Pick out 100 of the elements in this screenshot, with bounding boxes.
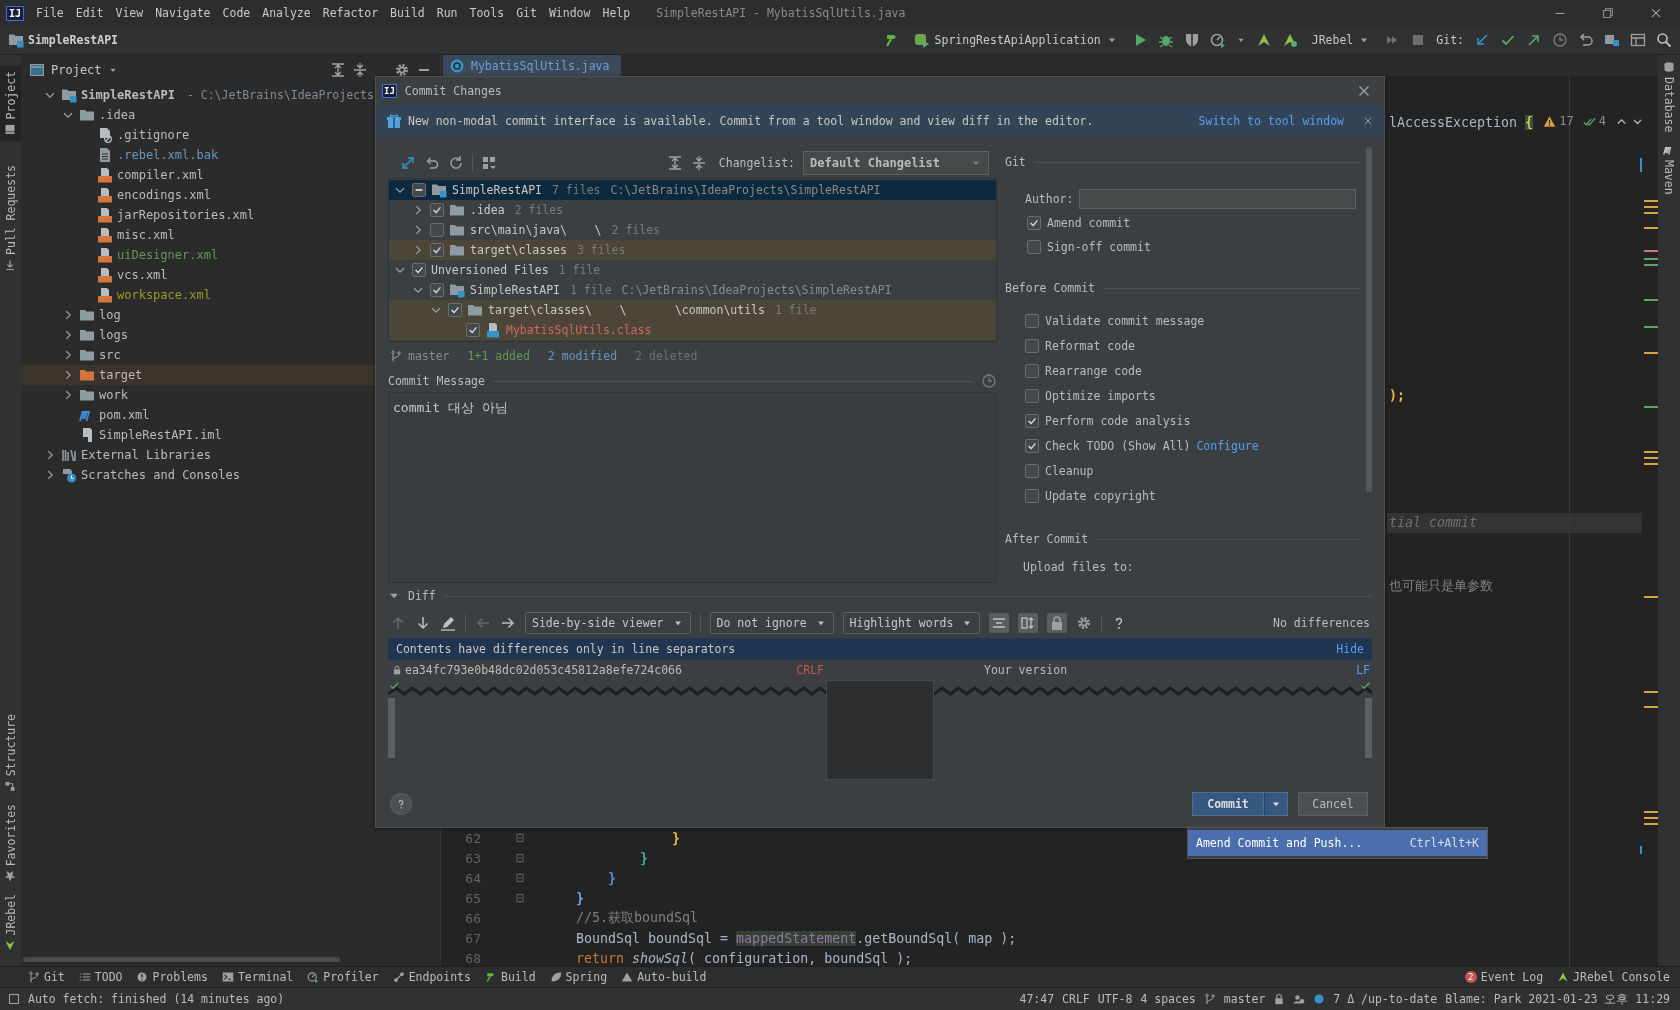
checkbox[interactable] [1027,216,1041,230]
commit-options-button[interactable] [1264,792,1288,816]
menu-item[interactable]: Help [596,6,637,20]
checkbox-label[interactable]: Optimize imports [1045,388,1156,403]
rebel-run-icon[interactable] [1255,32,1272,48]
tool-window-button[interactable]: Build [484,970,536,984]
checkbox[interactable] [1025,463,1039,478]
warning-count[interactable]: 17 [1559,114,1574,128]
collapse-all-icon[interactable] [690,155,707,171]
checkbox[interactable] [1025,363,1039,378]
tool-window-tab[interactable]: Project [0,65,21,142]
checkbox-label[interactable]: Cleanup [1045,463,1094,478]
scrollbar[interactable] [388,698,395,758]
checkbox[interactable] [1027,240,1041,254]
checkbox[interactable] [430,283,444,297]
tree-row[interactable]: target\classes 3 files [389,240,996,260]
close-icon[interactable] [1362,115,1374,127]
tool-window-button[interactable]: TODO [78,970,123,984]
panel-title[interactable]: Project [51,63,102,77]
checkbox-label[interactable]: Amend commit [1047,216,1131,230]
checkbox-label[interactable]: Check TODO (Show All) [1045,438,1191,453]
tool-window-button[interactable]: Profiler [307,970,379,984]
settings-icon[interactable] [1076,615,1093,631]
close-icon[interactable] [1649,6,1663,20]
menu-item[interactable]: Git [510,6,543,20]
menu-item[interactable]: Analyze [256,6,317,20]
passed-count[interactable]: 4 [1598,114,1606,128]
panel-toggle-icon[interactable] [8,993,20,1005]
tree-item[interactable]: .rebel.xml.bak [21,145,440,165]
commit-button[interactable]: Commit [1192,792,1264,816]
tree-item[interactable]: .gitignore [21,125,440,145]
folded-lines-marker[interactable] [934,686,1372,696]
history-icon[interactable] [1552,32,1568,48]
edit-icon[interactable] [440,615,456,631]
fold-marker-icon[interactable] [514,892,526,904]
checkbox[interactable] [466,323,480,337]
help-button[interactable] [390,793,412,815]
checkbox[interactable] [1025,413,1039,428]
menu-item[interactable]: Run [430,6,464,20]
tool-window-tab[interactable]: Structure [0,707,21,799]
menu-item[interactable]: Tools [463,6,511,20]
status-item[interactable]: CRLF [1062,992,1090,1006]
group-by-icon[interactable] [481,155,497,171]
refresh-icon[interactable] [448,155,464,171]
tool-window-button[interactable]: Spring [549,970,608,984]
menu-item[interactable]: Refactor [316,6,385,20]
checkbox-label[interactable]: Rearrange code [1045,363,1142,378]
coverage-icon[interactable] [1183,32,1200,48]
author-field[interactable] [1079,189,1356,209]
menu-item[interactable]: Amend Commit and Push... Ctrl+Alt+K [1188,830,1487,856]
tool-window-tab[interactable]: Maven [1658,138,1680,201]
project-structure-icon[interactable] [1604,32,1620,48]
checkbox[interactable] [412,183,426,197]
fold-marker-icon[interactable] [514,872,526,884]
checkbox-label[interactable]: Sign-off commit [1047,240,1151,254]
align-icon[interactable] [991,615,1008,631]
section-title[interactable]: Diff [408,589,436,603]
history-icon[interactable] [981,373,997,389]
checkbox-label[interactable]: Perform code analysis [1045,413,1191,428]
menu-item[interactable]: Navigate [149,6,217,20]
jrebel-dropdown[interactable]: JRebel [1307,31,1375,49]
scrollbar[interactable] [1365,698,1372,758]
lock-icon[interactable] [1273,993,1286,1005]
checkbox[interactable] [448,303,462,317]
ignore-dropdown[interactable]: Do not ignore [709,612,834,634]
fold-marker-icon[interactable] [514,852,526,864]
menu-item[interactable]: File [30,6,70,20]
tree-row[interactable]: target\classes\ \ \common\utils 1 file [389,300,996,320]
status-item[interactable]: 4 spaces [1140,992,1196,1006]
horizontal-scrollbar[interactable] [23,957,340,962]
checkbox-label[interactable]: Update copyright [1045,488,1156,503]
tool-window-button[interactable]: Git [28,970,65,984]
status-item[interactable]: Blame: Park 2021-01-23 오후 11:29 [1445,991,1670,1007]
checkbox[interactable] [412,263,426,277]
tree-row[interactable]: SimpleRestAPI 7 files C:\JetBrains\IdeaProjects\SimpleRestAPI [389,180,996,200]
configure-link[interactable]: Configure [1196,438,1259,453]
status-item[interactable]: 7 Δ /up-to-date [1333,992,1438,1006]
changelist-dropdown[interactable]: Default Changelist [803,151,989,175]
down-arrow-icon[interactable] [415,615,431,631]
tool-window-button[interactable]: Terminal [221,970,294,984]
checkbox[interactable] [1025,313,1039,328]
line-separator[interactable]: LF [1356,663,1370,677]
tool-window-button[interactable]: Problems [136,970,208,984]
search-icon[interactable] [1656,32,1672,48]
rollback-icon[interactable] [1578,32,1594,48]
collapse-all-icon[interactable] [352,62,368,78]
restore-icon[interactable] [1601,6,1615,20]
rebel-debug-icon[interactable] [1281,32,1298,48]
tool-window-button[interactable]: Auto-build [621,970,707,984]
right-arrow-icon[interactable] [500,615,516,631]
expand-all-icon[interactable] [666,155,683,171]
menu-item[interactable]: View [109,6,150,20]
hide-link[interactable]: Hide [1336,642,1364,656]
checkbox[interactable] [1025,338,1039,353]
update-arrow-icon[interactable] [1474,32,1490,48]
breadcrumb[interactable]: SimpleRestAPI [28,33,118,47]
checkbox[interactable] [1025,488,1039,503]
status-item[interactable]: master [1223,992,1266,1006]
checkbox-label[interactable]: Validate commit message [1045,313,1205,328]
scrollbar[interactable] [1366,147,1372,492]
